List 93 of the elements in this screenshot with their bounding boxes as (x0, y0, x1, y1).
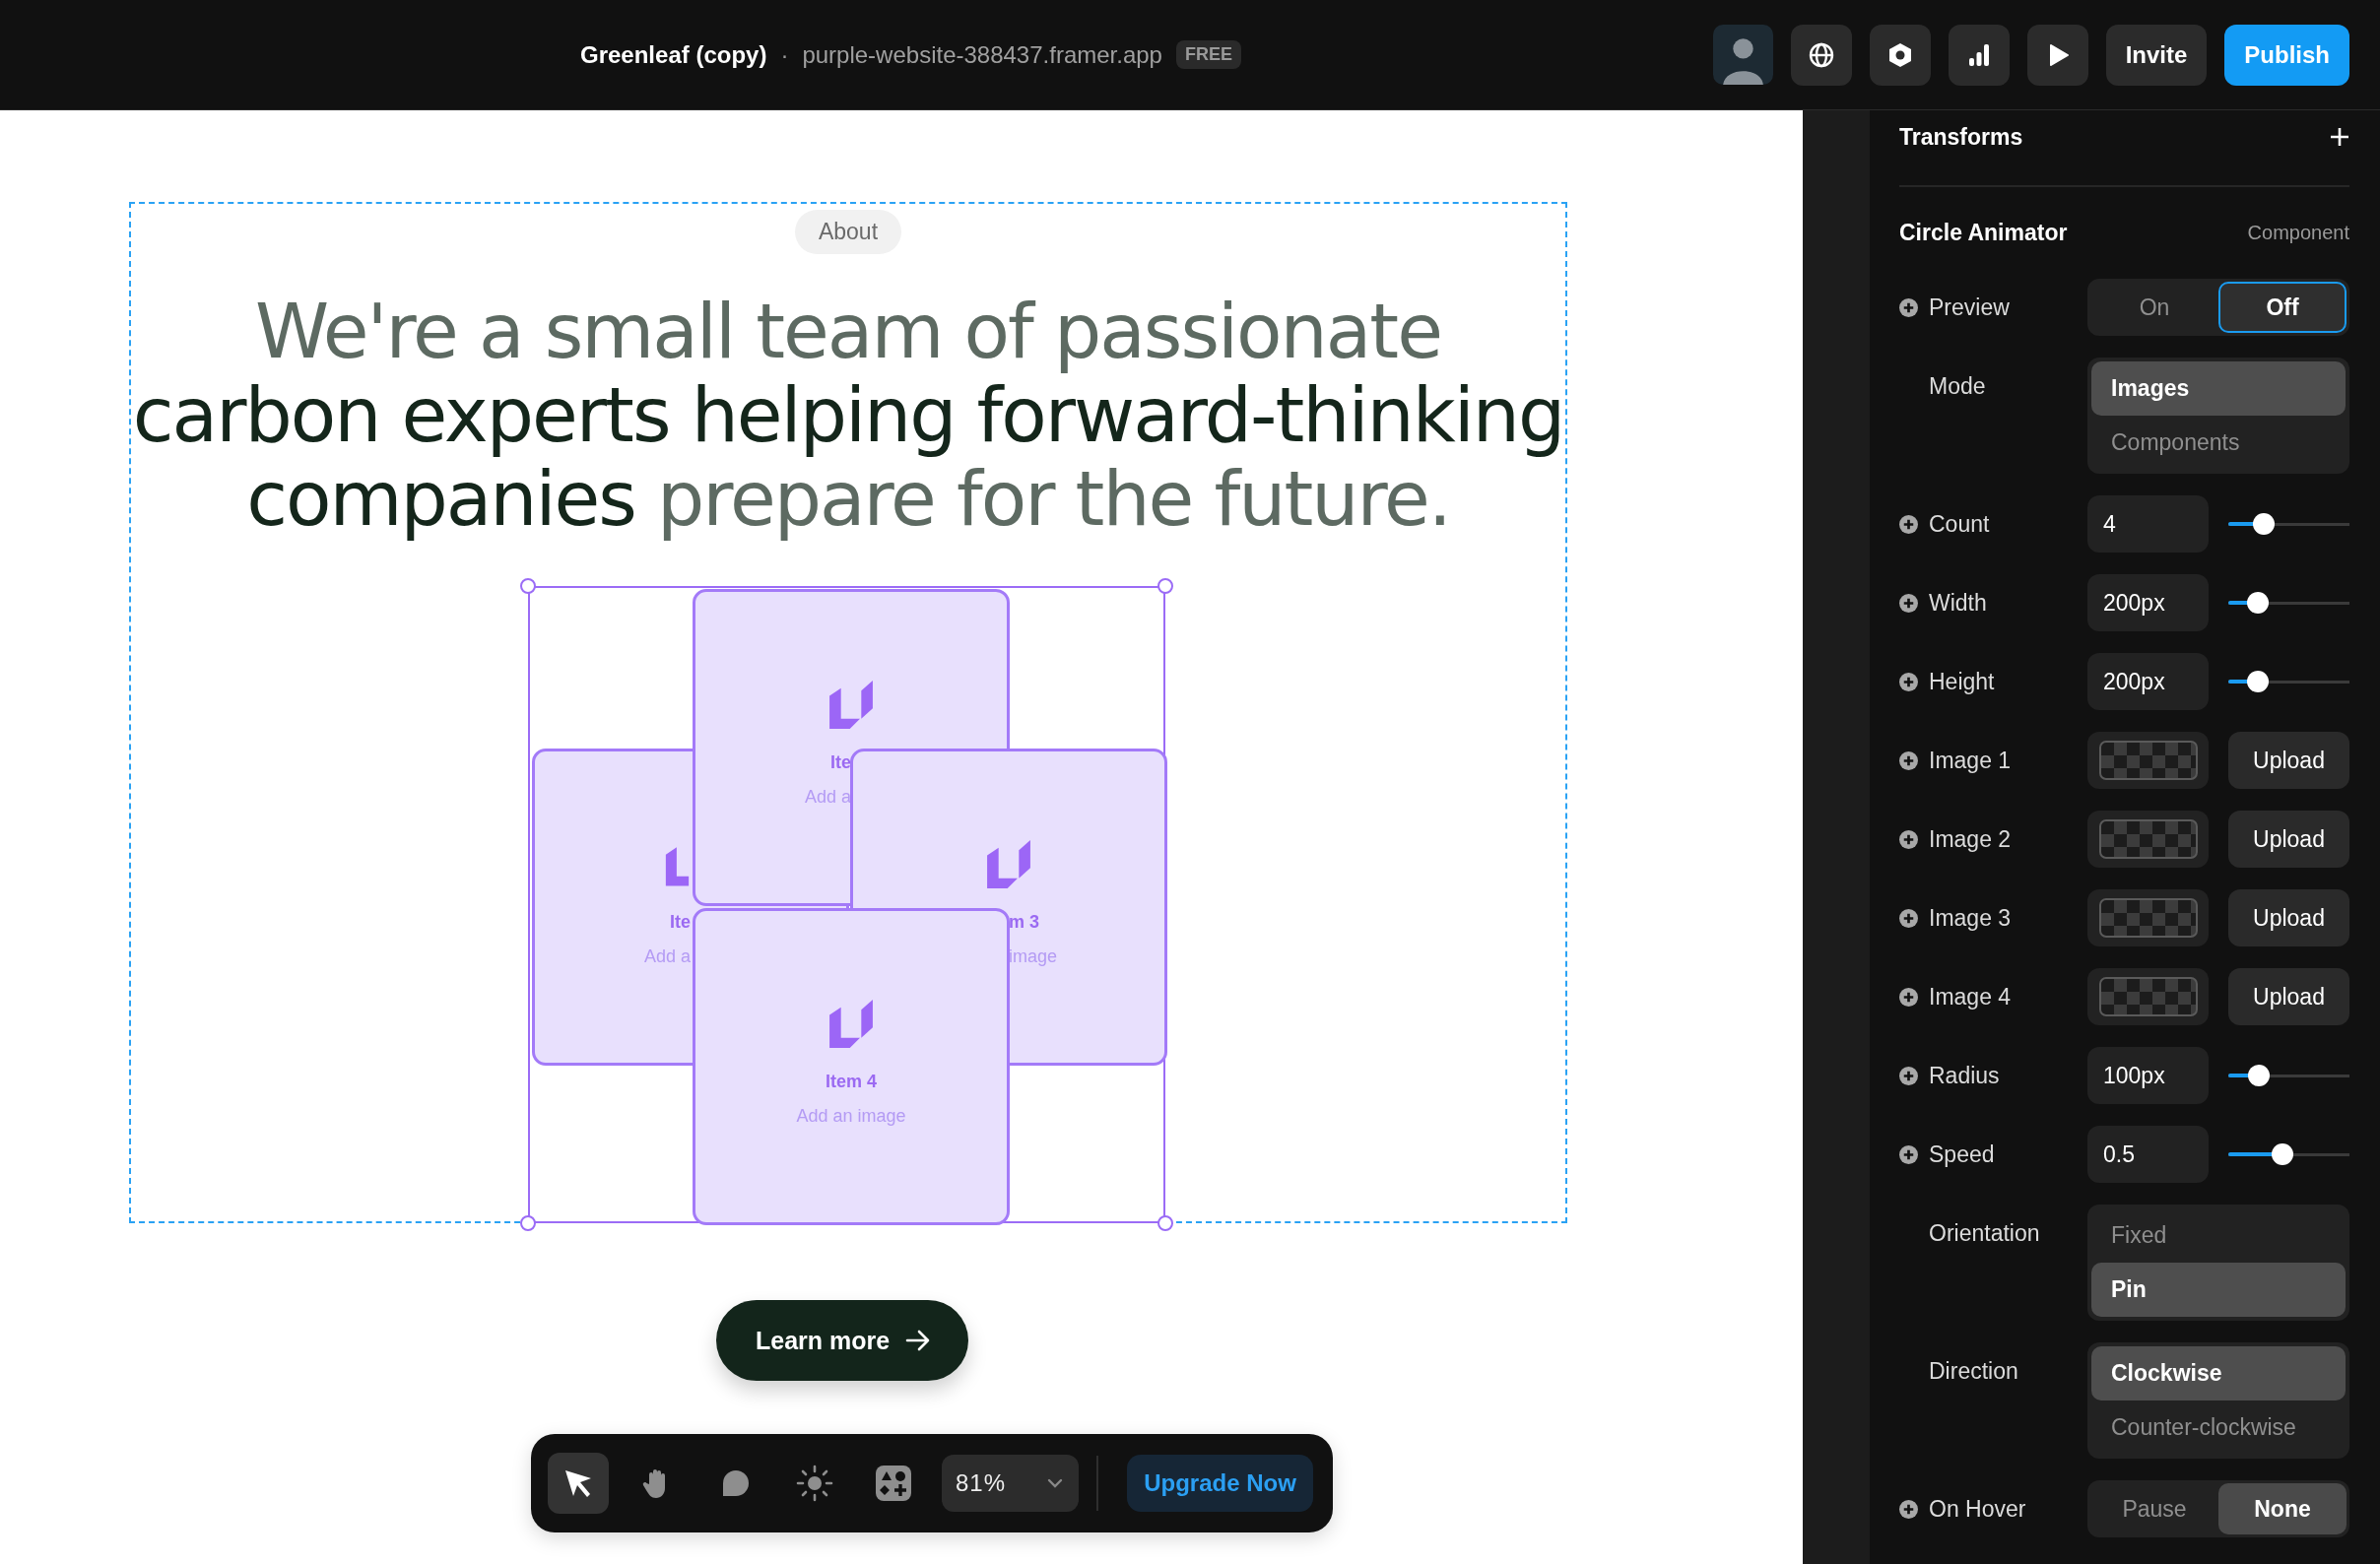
resize-handle[interactable] (1157, 578, 1173, 594)
add-property-icon[interactable] (1899, 1066, 1918, 1085)
select-tool[interactable] (548, 1453, 609, 1514)
option-item[interactable]: Clockwise (2091, 1346, 2346, 1401)
add-property-icon[interactable] (1899, 987, 1918, 1007)
avatar-icon[interactable] (1712, 25, 1773, 85)
chevron-down-icon (1047, 1478, 1063, 1488)
item-title: Item 4 (826, 1072, 877, 1092)
property-label: Orientation (1929, 1219, 2040, 1247)
item-hint: image (1009, 946, 1058, 967)
add-property-icon[interactable] (1899, 908, 1918, 928)
add-property-icon[interactable] (1899, 829, 1918, 849)
add-property-icon[interactable] (1899, 672, 1918, 691)
slider-thumb[interactable] (2246, 592, 2269, 614)
number-field[interactable]: 200px (2087, 653, 2209, 710)
separator-dot: · (780, 40, 789, 69)
upload-button[interactable]: Upload (2228, 811, 2349, 868)
item-hint: Add an image (796, 1106, 906, 1127)
resize-handle[interactable] (520, 1215, 536, 1231)
zoom-dropdown[interactable]: 81% (942, 1455, 1079, 1512)
upload-button[interactable]: Upload (2228, 968, 2349, 1025)
number-field[interactable]: 200px (2087, 574, 2209, 631)
property-label: Image 3 (1929, 904, 2012, 932)
option-item[interactable]: Pin (2091, 1263, 2346, 1317)
property-label: Radius (1929, 1062, 2000, 1089)
add-property-icon[interactable] (1899, 1499, 1918, 1519)
option-item[interactable]: Fixed (2091, 1208, 2346, 1263)
item-title: Ite (670, 912, 691, 933)
property-label: Height (1929, 668, 1995, 695)
add-property-icon[interactable] (1899, 593, 1918, 613)
upgrade-button[interactable]: Upgrade Now (1127, 1455, 1313, 1512)
section-title: Transforms (1899, 123, 2023, 151)
headline: We're a small team of passionate carbon experts helping forward-thinking companies prepare for the future. (132, 290, 1564, 541)
segment-option[interactable]: Off (2218, 282, 2347, 333)
component-type: Component (2247, 221, 2349, 244)
hexagon-button[interactable] (1869, 24, 1931, 86)
section-label: About (794, 210, 902, 254)
project-name: Greenleaf (copy) (580, 40, 767, 69)
property-label: Count (1929, 510, 1990, 538)
upload-button[interactable]: Upload (2228, 889, 2349, 946)
item-title: Ite (830, 752, 851, 773)
item-title: m 3 (1009, 912, 1040, 933)
property-label: Preview (1929, 293, 2010, 321)
logo-icon (829, 681, 873, 729)
image-field[interactable] (2087, 811, 2209, 868)
property-label: Mode (1929, 372, 1986, 400)
preview-button[interactable] (2026, 24, 2088, 86)
number-field[interactable]: 0.5 (2087, 1126, 2209, 1183)
segment-option[interactable]: Pause (2090, 1483, 2218, 1534)
property-label: Speed (1929, 1140, 1995, 1168)
slider-thumb[interactable] (2247, 1065, 2270, 1086)
segment-option[interactable]: None (2218, 1483, 2347, 1534)
logo-icon (987, 840, 1030, 888)
shapes-icon (876, 1466, 911, 1501)
property-label: Width (1929, 589, 1987, 617)
property-label: Image 4 (1929, 983, 2012, 1010)
number-field[interactable]: 100px (2087, 1047, 2209, 1104)
slider-thumb[interactable] (2246, 671, 2269, 692)
property-label: Direction (1929, 1357, 2018, 1385)
add-property-icon[interactable] (1899, 750, 1918, 770)
globe-button[interactable] (1790, 24, 1852, 86)
image-field[interactable] (2087, 968, 2209, 1025)
option-item[interactable]: Images (2091, 361, 2346, 416)
image-field[interactable] (2087, 732, 2209, 789)
property-label: On Hover (1929, 1495, 2026, 1523)
property-label: Image 2 (1929, 825, 2012, 853)
item-hint: Add a (643, 946, 691, 967)
slider-thumb[interactable] (2272, 1143, 2294, 1165)
invite-button[interactable]: Invite (2105, 24, 2208, 86)
option-item[interactable]: Counter-clockwise (2091, 1401, 2346, 1455)
analytics-button[interactable] (1948, 24, 2010, 86)
add-property-icon[interactable] (1899, 514, 1918, 534)
image-field[interactable] (2087, 889, 2209, 946)
site-domain: purple-website-388437.framer.app (802, 40, 1162, 69)
resize-handle[interactable] (1157, 1215, 1173, 1231)
upload-button[interactable]: Upload (2228, 732, 2349, 789)
segment-option[interactable]: On (2090, 282, 2218, 333)
slider-thumb[interactable] (2252, 513, 2275, 535)
resize-handle[interactable] (520, 578, 536, 594)
logo-icon (829, 1000, 873, 1048)
option-item[interactable]: Components (2091, 416, 2346, 470)
learn-more-button[interactable]: Learn more (716, 1300, 969, 1381)
add-property-icon[interactable] (1899, 297, 1918, 317)
component-name: Circle Animator (1899, 219, 2068, 246)
property-label: Image 1 (1929, 747, 2012, 774)
item-hint: Add a (804, 787, 851, 808)
sun-icon (796, 1465, 833, 1502)
globe-icon (1807, 40, 1835, 69)
arrow-right-icon (905, 1330, 932, 1351)
plan-badge: FREE (1175, 40, 1241, 69)
add-property-icon[interactable] (1899, 1144, 1918, 1164)
number-field[interactable]: 4 (2087, 495, 2209, 553)
add-icon[interactable] (2330, 127, 2349, 147)
